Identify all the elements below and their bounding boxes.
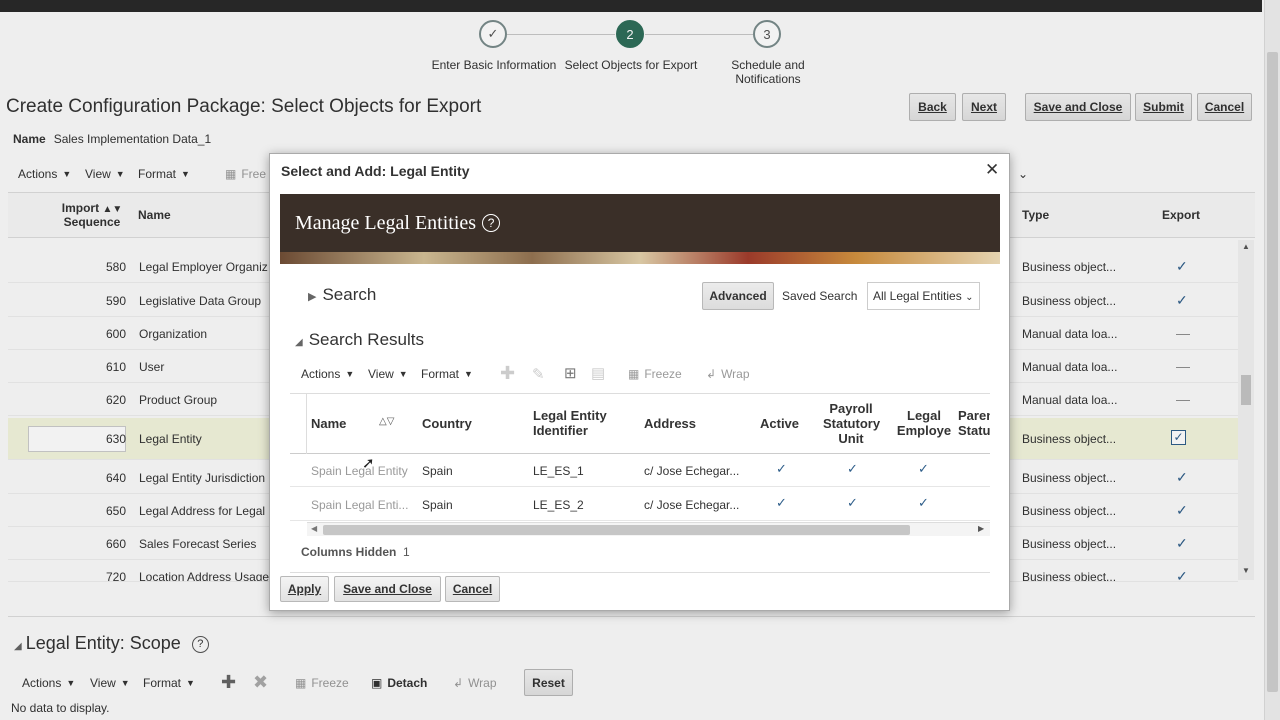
name-column-header[interactable]: Name [311,416,346,431]
legal-employer-column-header[interactable]: Legal Employe [892,408,956,438]
advanced-button[interactable]: Advanced [702,282,774,310]
scroll-right-icon[interactable]: ▶ [978,524,984,533]
search-section-header[interactable]: ▶ Search [308,285,376,305]
payroll-check-icon: ✓ [847,495,858,510]
dialog-save-and-close-button[interactable]: Save and Close [334,576,441,602]
select-and-add-dialog: Select and Add: Legal Entity ✕ Manage Le… [269,153,1010,611]
saved-search-label: Saved Search [782,289,858,303]
banner-decoration [280,252,1000,264]
add-icon[interactable]: ✚ [500,363,515,384]
saved-search-select[interactable]: All Legal Entities ⌄ [867,282,980,310]
chevron-down-icon: ⌄ [965,292,974,303]
dialog-title: Select and Add: Legal Entity [281,163,470,179]
dialog-cancel-button[interactable]: Cancel [445,576,500,602]
mouse-cursor-icon: ➚ [362,455,375,472]
results-table-header: Name △▽ Country Legal Entity Identifier … [290,393,990,454]
dialog-wrap-button[interactable]: ↲ Wrap [706,367,750,381]
parent-column-header[interactable]: Paren Statu [958,408,990,438]
caret-down-icon: ▼ [464,369,473,379]
row-address: c/ Jose Echegar... [644,464,740,478]
view-label: View [368,367,394,381]
expand-icon[interactable]: ▶ [308,291,316,303]
row-name: Spain Legal Enti... [311,498,409,512]
row-address: c/ Jose Echegar... [644,498,740,512]
sort-icon[interactable]: △▽ [379,416,394,427]
columns-hidden-label: Columns Hidden [301,545,397,559]
collapse-icon[interactable]: ◢ [295,337,303,348]
wrap-icon: ↲ [706,367,717,381]
columns-hidden: Columns Hidden 1 [301,545,410,559]
results-label: Search Results [308,330,424,349]
freeze-label: Freeze [644,367,682,381]
row-identifier: LE_ES_1 [533,464,584,478]
column-icon[interactable]: ▤ [591,364,605,382]
dialog-freeze-button[interactable]: ▦ Freeze [628,367,682,381]
scroll-left-icon[interactable]: ◀ [311,524,317,533]
country-column-header[interactable]: Country [422,416,472,431]
dialog-divider [290,572,990,573]
dialog-banner: Manage Legal Entities? [280,194,1000,264]
active-check-icon: ✓ [776,461,787,476]
apply-button[interactable]: Apply [280,576,329,602]
employer-check-icon: ✓ [918,461,929,476]
query-by-example-icon[interactable]: ⊞ [564,364,577,382]
freeze-icon: ▦ [628,367,640,381]
identifier-column-header[interactable]: Legal Entity Identifier [533,408,623,438]
active-check-icon: ✓ [776,495,787,510]
close-icon[interactable]: ✕ [985,160,999,180]
search-results-header[interactable]: ◢ Search Results [295,330,424,350]
dialog-format-menu[interactable]: Format ▼ [421,367,473,381]
edit-icon[interactable]: ✎ [532,365,545,383]
help-icon[interactable]: ? [482,214,501,232]
row-country: Spain [422,464,453,478]
horizontal-scrollbar[interactable]: ◀ ▶ [307,522,990,536]
address-column-header[interactable]: Address [644,416,696,431]
format-label: Format [421,367,460,381]
result-row[interactable]: Spain Legal Enti... Spain LE_ES_2 c/ Jos… [290,488,990,521]
row-identifier: LE_ES_2 [533,498,584,512]
row-country: Spain [422,498,453,512]
payroll-column-header[interactable]: Payroll Statutory Unit [823,401,880,446]
actions-label: Actions [301,367,341,381]
employer-check-icon: ✓ [918,495,929,510]
saved-search-value: All Legal Entities [873,289,962,303]
dialog-actions-menu[interactable]: Actions ▼ [301,367,354,381]
horizontal-scrollbar-thumb[interactable] [323,525,910,535]
payroll-check-icon: ✓ [847,461,858,476]
caret-down-icon: ▼ [398,369,408,379]
active-column-header[interactable]: Active [760,416,799,431]
row-name: Spain Legal Entity [311,464,408,478]
banner-title: Manage Legal Entities [295,212,477,234]
result-row[interactable]: Spain Legal Entity Spain LE_ES_1 c/ Jose… [290,454,990,487]
columns-hidden-count: 1 [403,545,410,559]
search-label: Search [322,285,377,304]
wrap-label: Wrap [721,367,750,381]
column-divider [306,394,307,454]
caret-down-icon: ▼ [345,369,355,379]
dialog-view-menu[interactable]: View ▼ [368,367,408,381]
